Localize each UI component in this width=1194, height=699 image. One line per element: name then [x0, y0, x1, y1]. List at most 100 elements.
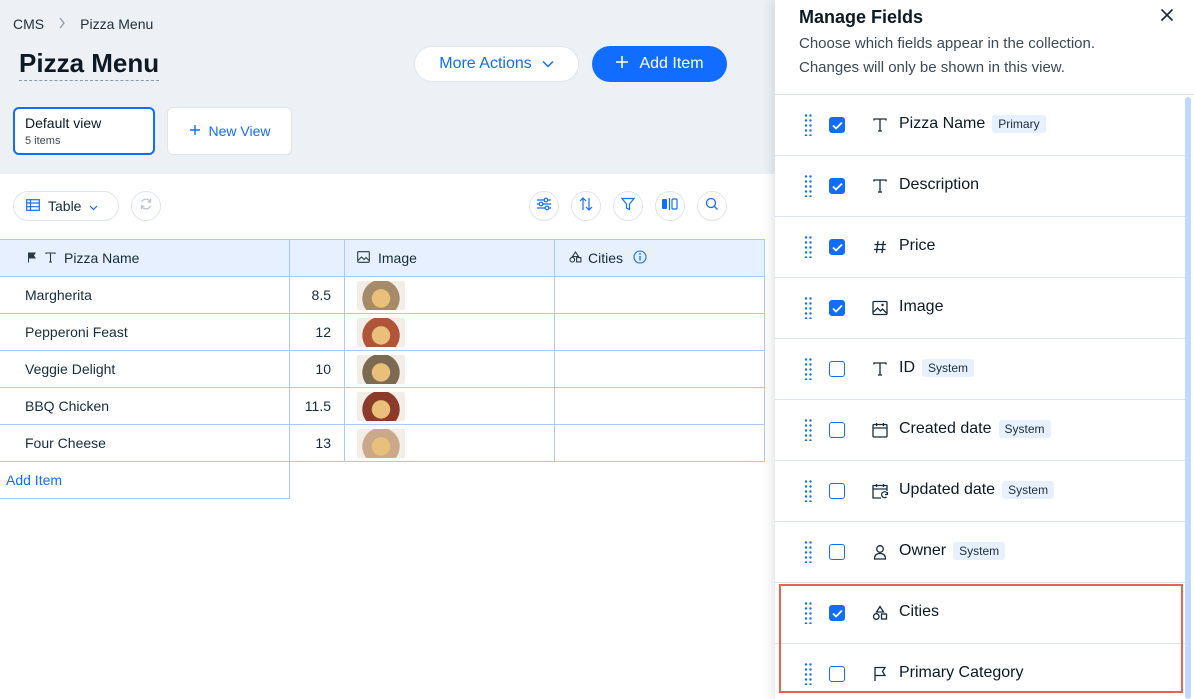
field-row[interactable]: ID System	[775, 339, 1185, 400]
drag-handle-icon[interactable]	[804, 663, 812, 686]
field-row[interactable]: Primary Category	[775, 644, 1185, 699]
sliders-icon	[536, 197, 552, 216]
layout-dropdown[interactable]: Table	[13, 191, 119, 221]
cell-cities[interactable]	[555, 351, 765, 388]
field-row[interactable]: Created date System	[775, 400, 1185, 461]
column-header-cities[interactable]: Cities	[555, 239, 765, 277]
cell-cities[interactable]	[555, 388, 765, 425]
add-item-row-button[interactable]: Add Item	[0, 462, 290, 499]
cell-price[interactable]: 10	[290, 351, 345, 388]
cell-pizza-name[interactable]: Pepperoni Feast	[0, 314, 290, 351]
drag-handle-icon[interactable]	[804, 236, 812, 259]
info-icon[interactable]	[633, 249, 647, 267]
refresh-button[interactable]	[131, 191, 161, 221]
cell-price[interactable]: 11.5	[290, 388, 345, 425]
table-row[interactable]: BBQ Chicken 11.5	[0, 388, 765, 425]
cell-cities[interactable]	[555, 425, 765, 462]
shapes-type-icon	[871, 604, 889, 622]
field-label-wrap: Updated date System	[899, 481, 1055, 499]
field-row[interactable]: Image	[775, 278, 1185, 339]
field-visibility-checkbox[interactable]	[829, 300, 845, 316]
add-item-button[interactable]: Add Item	[592, 46, 727, 82]
cell-pizza-name[interactable]: Margherita	[0, 277, 290, 314]
drag-handle-icon[interactable]	[804, 297, 812, 320]
drag-handle-icon[interactable]	[804, 541, 812, 564]
cell-image[interactable]	[345, 388, 555, 425]
field-visibility-checkbox[interactable]	[829, 666, 845, 682]
person-icon	[871, 543, 889, 561]
column-header-price[interactable]	[290, 239, 345, 277]
field-row[interactable]: Updated date System	[775, 461, 1185, 522]
panel-title: Manage Fields	[799, 7, 924, 27]
breadcrumb: CMS Pizza Menu	[13, 16, 153, 32]
add-item-label: Add Item	[639, 55, 704, 72]
drag-handle-icon[interactable]	[804, 480, 812, 503]
field-name: Primary Category	[899, 664, 1024, 681]
new-view-button[interactable]: New View	[167, 107, 292, 155]
field-row[interactable]: Price	[775, 217, 1185, 278]
column-header-image[interactable]: Image	[345, 239, 555, 277]
freeze-columns-button[interactable]	[655, 191, 685, 221]
drag-handle-icon[interactable]	[804, 602, 812, 625]
field-row[interactable]: Description	[775, 156, 1185, 217]
cell-image[interactable]	[345, 351, 555, 388]
calendar-refresh-icon	[871, 482, 889, 500]
text-type-icon	[45, 250, 56, 266]
field-visibility-checkbox[interactable]	[829, 483, 845, 499]
field-name: Created date	[899, 420, 992, 437]
cell-price[interactable]: 13	[290, 425, 345, 462]
field-visibility-checkbox[interactable]	[829, 178, 845, 194]
cell-cities[interactable]	[555, 314, 765, 351]
column-header-label: Image	[378, 250, 417, 266]
cell-price[interactable]: 12	[290, 314, 345, 351]
field-visibility-checkbox[interactable]	[829, 361, 845, 377]
sort-button[interactable]	[571, 191, 601, 221]
table-row[interactable]: Four Cheese 13	[0, 425, 765, 462]
cell-pizza-name[interactable]: Veggie Delight	[0, 351, 290, 388]
flag-icon	[27, 250, 37, 266]
search-button[interactable]	[697, 191, 727, 221]
table-header: Pizza Name Image Cities	[0, 239, 765, 277]
cell-image[interactable]	[345, 314, 555, 351]
more-actions-button[interactable]: More Actions	[414, 46, 579, 82]
field-tag-badge: System	[1002, 481, 1055, 499]
field-row[interactable]: Owner System	[775, 522, 1185, 583]
sort-icon	[578, 196, 594, 216]
cell-pizza-name[interactable]: Four Cheese	[0, 425, 290, 462]
text-type-icon	[871, 116, 889, 134]
manage-fields-button[interactable]	[529, 191, 559, 221]
drag-handle-icon[interactable]	[804, 175, 812, 198]
drag-handle-icon[interactable]	[804, 114, 812, 137]
filter-button[interactable]	[613, 191, 643, 221]
cell-pizza-name[interactable]: BBQ Chicken	[0, 388, 290, 425]
cell-cities[interactable]	[555, 277, 765, 314]
field-visibility-checkbox[interactable]	[829, 239, 845, 255]
field-visibility-checkbox[interactable]	[829, 422, 845, 438]
cell-price[interactable]: 8.5	[290, 277, 345, 314]
field-row[interactable]: Cities	[775, 583, 1185, 644]
cell-image[interactable]	[345, 277, 555, 314]
field-row[interactable]: Pizza Name Primary	[775, 95, 1185, 156]
field-label-wrap: Image	[899, 298, 943, 316]
panel-scrollbar[interactable]	[1185, 97, 1191, 699]
drag-handle-icon[interactable]	[804, 358, 812, 381]
table-row[interactable]: Margherita 8.5	[0, 277, 765, 314]
field-visibility-checkbox[interactable]	[829, 544, 845, 560]
pizza-thumbnail	[357, 354, 405, 384]
page-title[interactable]: Pizza Menu	[19, 48, 160, 81]
breadcrumb-cms[interactable]: CMS	[13, 16, 44, 32]
table-row[interactable]: Pepperoni Feast 12	[0, 314, 765, 351]
field-visibility-checkbox[interactable]	[829, 605, 845, 621]
view-name: Default view	[25, 115, 102, 131]
column-header-label: Pizza Name	[64, 250, 140, 266]
cell-image[interactable]	[345, 425, 555, 462]
columns-icon	[661, 197, 679, 216]
field-name: Updated date	[899, 481, 996, 498]
field-label-wrap: Pizza Name Primary	[899, 115, 1046, 133]
view-default[interactable]: Default view 5 items	[13, 107, 155, 155]
drag-handle-icon[interactable]	[804, 419, 812, 442]
column-header-pizza-name[interactable]: Pizza Name	[0, 239, 290, 277]
close-button[interactable]	[1157, 7, 1177, 27]
table-row[interactable]: Veggie Delight 10	[0, 351, 765, 388]
field-visibility-checkbox[interactable]	[829, 117, 845, 133]
